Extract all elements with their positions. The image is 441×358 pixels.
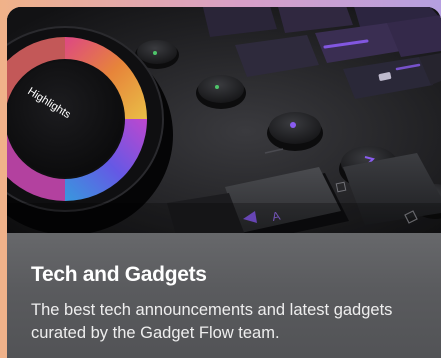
card-image[interactable]: A Highlights [7,7,441,233]
collection-card[interactable]: A Highlights Tech and Gadgets The best t… [7,7,441,358]
card-title[interactable]: Tech and Gadgets [31,262,207,288]
card-caption: Tech and Gadgets The best tech announcem… [7,233,441,358]
page-background: A Highlights Tech and Gadgets The best t… [0,0,441,358]
card-description: The best tech announcements and latest g… [31,301,393,342]
keyboard-controller-image: A Highlights [7,7,441,233]
